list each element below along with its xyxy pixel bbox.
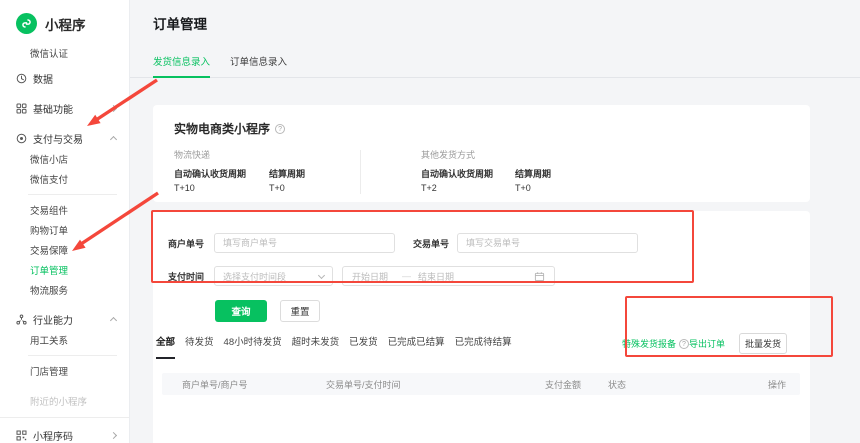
sidebar-item-trade-guarantee[interactable]: 交易保障 — [0, 240, 129, 260]
auto-confirm-period-field: 自动确认收货周期 T+2 — [421, 169, 494, 193]
sidebar-item-miniprogram-code[interactable]: 小程序码 — [0, 424, 129, 443]
filter-tab-completed-settled[interactable]: 已完成已结算 — [388, 334, 445, 357]
sidebar-item-nearby-miniprogram[interactable]: 附近的小程序 — [0, 391, 129, 411]
divider — [28, 194, 117, 195]
qr-icon — [16, 430, 27, 441]
search-button[interactable]: 查询 — [215, 300, 267, 322]
sidebar-item-shopping-orders[interactable]: 购物订单 — [0, 220, 129, 240]
tab-order-info-entry[interactable]: 订单信息录入 — [230, 54, 287, 77]
section-label: 物流快递 — [174, 150, 211, 160]
logistics-express-section: 物流快递 自动确认收货周期 T+10 结算周期 T+0 — [174, 148, 360, 194]
divider — [28, 355, 117, 356]
page-title: 订单管理 — [153, 17, 207, 32]
info-icon[interactable]: ? — [678, 338, 689, 349]
settlement-period-field: 结算周期 T+0 — [269, 169, 306, 193]
filter-tab-overdue-unshipped[interactable]: 超时未发货 — [292, 334, 340, 357]
info-card: 实物电商类小程序 ? 物流快递 自动确认收货周期 T+10 结算周期 T+0 其… — [153, 105, 810, 202]
chevron-right-icon — [109, 431, 118, 439]
reset-button[interactable]: 重置 — [280, 300, 320, 322]
app-title: 小程序 — [45, 17, 86, 33]
sidebar-item-industry-ability[interactable]: 行业能力 — [0, 308, 129, 330]
filter-tab-to-ship[interactable]: 待发货 — [185, 334, 214, 357]
filter-tab-all[interactable]: 全部 — [156, 334, 176, 359]
other-shipping-section: 其他发货方式 自动确认收货周期 T+2 结算周期 T+0 — [361, 148, 551, 194]
trade-order-label: 交易单号 — [413, 238, 450, 249]
chevron-down-icon — [317, 271, 326, 279]
filter-tab-completed-unsettled[interactable]: 已完成待结算 — [455, 334, 512, 357]
end-date-input[interactable]: 结束日期 — [418, 270, 454, 283]
chevron-right-icon — [109, 104, 118, 112]
sidebar-item-store-management[interactable]: 门店管理 — [0, 361, 129, 381]
calendar-icon — [534, 271, 545, 282]
sidebar-item-wechat-auth[interactable]: 微信认证 — [0, 43, 129, 63]
column-pay-amount: 支付金额 — [545, 379, 582, 390]
trade-order-input[interactable] — [457, 233, 638, 253]
sidebar-item-labor-relations[interactable]: 用工关系 — [0, 330, 129, 350]
grid-icon — [16, 103, 27, 114]
divider — [0, 417, 129, 418]
settlement-period-field: 结算周期 T+0 — [515, 169, 552, 193]
app-logo: 小程序 — [0, 0, 129, 34]
sidebar: 小程序 微信认证 数据 基础功能 支付与交易 微信小店 微信支付 交易组件 购物… — [0, 0, 130, 443]
pay-time-label: 支付时间 — [168, 271, 205, 282]
sidebar-nav: 微信认证 数据 基础功能 支付与交易 微信小店 微信支付 交易组件 购物订单 交… — [0, 43, 129, 443]
sidebar-item-basic-functions[interactable]: 基础功能 — [0, 97, 129, 119]
column-status: 状态 — [608, 379, 627, 390]
column-merchant-order: 商户单号/商户号 — [182, 379, 248, 390]
chevron-up-icon — [109, 135, 118, 143]
sidebar-item-payment-trade[interactable]: 支付与交易 — [0, 127, 129, 149]
filter-tab-shipped[interactable]: 已发货 — [349, 334, 378, 357]
table-header: 商户单号/商户号 交易单号/支付时间 支付金额 状态 操作 — [162, 373, 800, 395]
column-operation: 操作 — [767, 379, 786, 390]
filter-bar: 全部 待发货 48小时待发货 超时未发货 已发货 已完成已结算 已完成待结算 特… — [156, 333, 787, 360]
miniprogram-logo-icon — [16, 13, 37, 34]
pay-time-select[interactable]: 选择支付时间段 — [214, 266, 333, 286]
sidebar-item-data[interactable]: 数据 — [0, 67, 129, 89]
target-icon — [16, 133, 27, 144]
tab-shipping-info-entry[interactable]: 发货信息录入 — [153, 54, 211, 78]
column-trade-order-paytime: 交易单号/支付时间 — [326, 379, 401, 390]
nodes-icon — [16, 314, 27, 325]
sidebar-item-logistics-service[interactable]: 物流服务 — [0, 280, 129, 300]
date-separator: — — [402, 271, 412, 281]
export-orders-link[interactable]: 导出订单 — [689, 337, 725, 350]
sidebar-item-wechat-shop[interactable]: 微信小店 — [0, 149, 129, 169]
order-query-card: 商户单号 交易单号 支付时间 选择支付时间段 开始日期 — 结束日期 查询 重置 — [153, 211, 810, 443]
help-icon[interactable]: ? — [275, 123, 286, 134]
section-label: 其他发货方式 — [421, 150, 476, 160]
sidebar-item-trade-component[interactable]: 交易组件 — [0, 200, 129, 220]
table-actions: 特殊发货报备 ? 导出订单 批量发货 — [622, 333, 787, 360]
auto-confirm-period-field: 自动确认收货周期 T+10 — [174, 169, 247, 193]
merchant-order-label: 商户单号 — [168, 238, 205, 249]
start-date-input[interactable]: 开始日期 — [352, 270, 388, 283]
sidebar-item-wechat-pay[interactable]: 微信支付 — [0, 169, 129, 189]
sidebar-item-order-management[interactable]: 订单管理 — [0, 260, 129, 280]
batch-ship-button[interactable]: 批量发货 — [739, 333, 787, 354]
filter-tab-48h-to-ship[interactable]: 48小时待发货 — [224, 334, 282, 357]
chevron-up-icon — [109, 316, 118, 324]
main-content: 订单管理 发货信息录入 订单信息录入 实物电商类小程序 ? 物流快递 自动确认收… — [130, 0, 860, 443]
merchant-order-input[interactable] — [214, 233, 395, 253]
special-shipping-report-link[interactable]: 特殊发货报备 — [622, 337, 676, 350]
date-range-picker[interactable]: 开始日期 — 结束日期 — [342, 266, 555, 286]
info-card-title: 实物电商类小程序 — [174, 122, 271, 136]
page-tabs: 发货信息录入 订单信息录入 — [130, 54, 860, 78]
clock-icon — [16, 73, 27, 84]
